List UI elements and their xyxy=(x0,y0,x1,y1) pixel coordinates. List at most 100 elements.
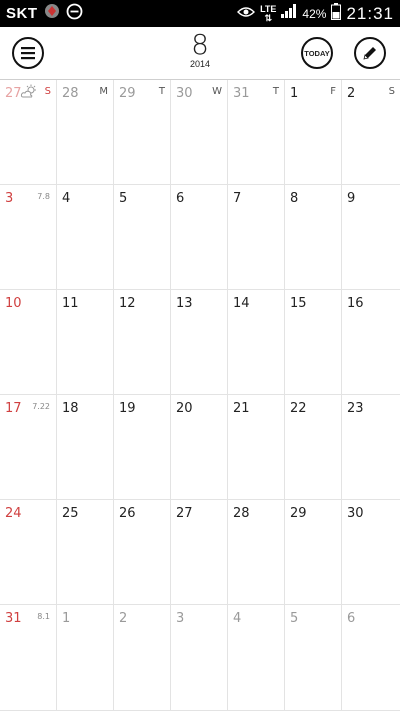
day-cell[interactable]: 18 xyxy=(57,395,114,499)
day-cell[interactable]: 28 xyxy=(228,500,285,604)
year-label: 2014 xyxy=(189,59,211,69)
day-number: 28 xyxy=(233,506,250,521)
day-cell[interactable]: 5 xyxy=(114,185,171,289)
day-cell[interactable]: 30 xyxy=(342,500,400,604)
calendar-grid: 27 S 28 M 29 T 30 W 31 T 1 F 2 S 3 7.8 4 5 6 7 8 9 10 11 12 13 14 1… xyxy=(0,80,400,711)
day-cell[interactable]: 20 xyxy=(171,395,228,499)
day-cell[interactable]: 22 xyxy=(285,395,342,499)
battery-percent: 42% xyxy=(302,6,327,21)
day-cell[interactable]: 27 xyxy=(171,500,228,604)
calendar-week-row: 27 S 28 M 29 T 30 W 31 T 1 F 2 S xyxy=(0,80,400,185)
day-cell[interactable]: 1 xyxy=(57,605,114,710)
minus-circle-icon xyxy=(66,3,83,25)
day-number: 27 xyxy=(176,506,193,521)
day-cell[interactable]: 31 T xyxy=(228,80,285,184)
day-number: 16 xyxy=(347,296,364,311)
day-cell[interactable]: 24 xyxy=(0,500,57,604)
day-number: 26 xyxy=(119,506,136,521)
day-cell[interactable]: 27 S xyxy=(0,80,57,184)
edit-button[interactable] xyxy=(354,37,386,69)
day-cell[interactable]: 15 xyxy=(285,290,342,394)
battery-icon xyxy=(331,2,342,25)
app-notification-icon xyxy=(44,3,60,24)
day-number: 21 xyxy=(233,401,250,416)
day-number: 24 xyxy=(5,506,22,521)
day-cell[interactable]: 10 xyxy=(0,290,57,394)
day-number: 25 xyxy=(62,506,79,521)
day-cell[interactable]: 21 xyxy=(228,395,285,499)
clock: 21:31 xyxy=(346,3,394,23)
day-cell[interactable]: 3 xyxy=(171,605,228,710)
day-cell[interactable]: 1F xyxy=(285,80,342,184)
month-number: 8 xyxy=(191,28,209,61)
weekday-label: S xyxy=(388,86,395,97)
pencil-icon xyxy=(363,47,376,60)
day-number: 3 xyxy=(176,611,185,626)
day-number: 6 xyxy=(176,191,185,206)
calendar-week-row: 31 8.1 1 2 3 4 5 6 xyxy=(0,605,400,711)
day-number: 4 xyxy=(233,611,242,626)
day-cell[interactable]: 23 xyxy=(342,395,400,499)
weekday-label: W xyxy=(212,86,222,97)
day-cell[interactable]: 29 T xyxy=(114,80,171,184)
day-number: 14 xyxy=(233,296,250,311)
month-title[interactable]: 8 2014 xyxy=(0,28,400,70)
day-cell[interactable]: 8 xyxy=(285,185,342,289)
weekday-label: F xyxy=(330,86,336,97)
day-cell[interactable]: 30 W xyxy=(171,80,228,184)
day-number: 30 xyxy=(176,86,193,101)
carrier-label: SKT xyxy=(6,5,38,22)
day-cell[interactable]: 19 xyxy=(114,395,171,499)
day-cell[interactable]: 6 xyxy=(171,185,228,289)
day-cell[interactable]: 7 xyxy=(228,185,285,289)
day-number: 8 xyxy=(290,191,299,206)
day-number: 5 xyxy=(119,191,128,206)
day-cell[interactable]: 12 xyxy=(114,290,171,394)
day-cell[interactable]: 14 xyxy=(228,290,285,394)
day-cell[interactable]: 16 xyxy=(342,290,400,394)
day-number: 30 xyxy=(347,506,364,521)
day-number: 6 xyxy=(347,611,356,626)
calendar-week-row: 24 25 26 27 28 29 30 xyxy=(0,500,400,605)
day-number: 15 xyxy=(290,296,307,311)
day-cell[interactable]: 6 xyxy=(342,605,400,710)
signal-icon xyxy=(281,4,297,23)
day-cell[interactable]: 4 xyxy=(57,185,114,289)
day-number: 20 xyxy=(176,401,193,416)
weekday-label: M xyxy=(99,86,108,97)
weekday-label: T xyxy=(272,86,279,97)
day-number: 5 xyxy=(290,611,299,626)
day-cell[interactable]: 29 xyxy=(285,500,342,604)
day-cell[interactable]: 4 xyxy=(228,605,285,710)
eye-icon xyxy=(237,5,256,23)
day-cell[interactable]: 28 M xyxy=(57,80,114,184)
day-number: 10 xyxy=(5,296,22,311)
day-cell[interactable]: 3 7.8 xyxy=(0,185,57,289)
day-number: 2 xyxy=(347,86,356,101)
day-number: 31 xyxy=(5,611,22,626)
day-cell[interactable]: 13 xyxy=(171,290,228,394)
day-cell[interactable]: 9 xyxy=(342,185,400,289)
lunar-date-label: 7.8 xyxy=(37,192,50,201)
day-cell[interactable]: 17 7.22 xyxy=(0,395,57,499)
day-cell[interactable]: 5 xyxy=(285,605,342,710)
day-number: 11 xyxy=(62,296,79,311)
lunar-date-label: 8.1 xyxy=(37,612,50,621)
calendar-week-row: 3 7.8 4 5 6 7 8 9 xyxy=(0,185,400,290)
day-number: 17 xyxy=(5,401,22,416)
day-number: 31 xyxy=(233,86,250,101)
day-cell[interactable]: 11 xyxy=(57,290,114,394)
day-cell[interactable]: 25 xyxy=(57,500,114,604)
day-cell[interactable]: 26 xyxy=(114,500,171,604)
day-cell[interactable]: 31 8.1 xyxy=(0,605,57,710)
day-cell[interactable]: 2 xyxy=(114,605,171,710)
day-number: 29 xyxy=(290,506,307,521)
today-button[interactable]: TODAY xyxy=(301,37,333,69)
day-cell[interactable]: 2S xyxy=(342,80,400,184)
day-number: 4 xyxy=(62,191,71,206)
day-number: 28 xyxy=(62,86,79,101)
day-number: 2 xyxy=(119,611,128,626)
day-number: 13 xyxy=(176,296,193,311)
weather-cloud-sun-icon xyxy=(20,84,36,98)
day-number: 1 xyxy=(290,86,299,101)
